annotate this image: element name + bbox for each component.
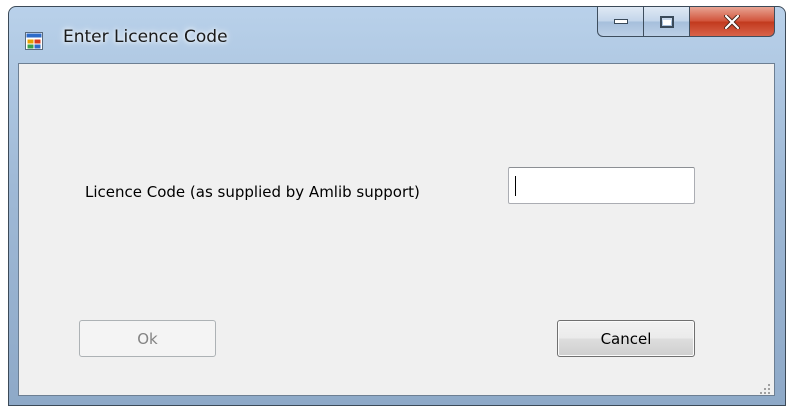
maximize-button[interactable] (643, 7, 690, 37)
resize-grip-icon[interactable] (759, 380, 771, 394)
licence-code-label: Licence Code (as supplied by Amlib suppo… (85, 183, 420, 201)
dialog-window: Enter Licence Code Licence Code (as supp… (8, 6, 786, 406)
app-window-icon[interactable] (25, 32, 43, 50)
ok-button[interactable]: Ok (79, 320, 216, 357)
title-bar[interactable]: Enter Licence Code (9, 7, 785, 63)
close-button[interactable] (689, 7, 775, 37)
licence-code-input[interactable] (508, 167, 695, 204)
dialog-body: Licence Code (as supplied by Amlib suppo… (18, 63, 775, 396)
text-caret (515, 176, 516, 196)
minimize-button[interactable] (597, 7, 644, 37)
window-title: Enter Licence Code (63, 27, 228, 47)
cancel-button[interactable]: Cancel (557, 320, 695, 357)
